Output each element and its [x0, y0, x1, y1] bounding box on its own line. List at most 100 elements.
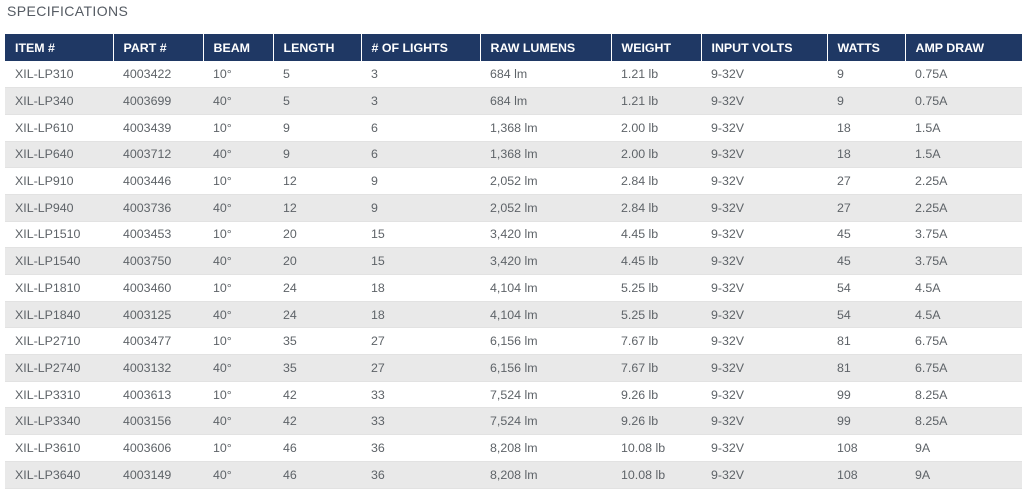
lumens-cell: 4,104 lm: [490, 280, 538, 295]
beam-cell: 10°: [213, 227, 232, 242]
table-row: XIL-LP1810 4003460 10° 24 18 4,104 lm 5.25 lb 9…: [5, 275, 1022, 302]
length-cell: 12: [283, 174, 297, 189]
lumens-cell: 8,208 lm: [490, 467, 538, 482]
length-cell: 12: [283, 200, 297, 215]
weight-cell: 2.00 lb: [621, 147, 659, 162]
lights-cell: 9: [371, 200, 378, 215]
lights-cell: 36: [371, 440, 385, 455]
column-header: RAW LUMENS: [480, 34, 612, 61]
volts-cell: 9-32V: [711, 254, 745, 269]
part-cell: 4003149: [123, 467, 172, 482]
volts-cell: 9-32V: [711, 440, 745, 455]
volts-cell: 9-32V: [711, 227, 745, 242]
lumens-cell: 7,524 lm: [490, 387, 538, 402]
column-header: WATTS: [827, 34, 906, 61]
lumens-cell: 6,156 lm: [490, 334, 538, 349]
amp-cell: 8.25A: [915, 387, 948, 402]
header-row: ITEM # PART # BEAM LENGTH # OF LIGHTS RAW LUM…: [5, 34, 1022, 61]
watts-cell: 45: [837, 227, 851, 242]
lights-cell: 3: [371, 94, 378, 109]
amp-cell: 3.75A: [915, 227, 948, 242]
beam-cell: 10°: [213, 334, 232, 349]
specifications-table: ITEM # PART # BEAM LENGTH # OF LIGHTS RAW LUM…: [5, 34, 1022, 489]
part-cell: 4003750: [123, 254, 172, 269]
amp-cell: 6.75A: [915, 334, 948, 349]
beam-cell: 10°: [213, 67, 232, 82]
watts-cell: 27: [837, 174, 851, 189]
amp-cell: 4.5A: [915, 307, 941, 322]
beam-cell: 40°: [213, 147, 232, 162]
lights-cell: 36: [371, 467, 385, 482]
lumens-cell: 684 lm: [490, 67, 528, 82]
item-cell: XIL-LP340: [15, 94, 74, 109]
section-title: SPECIFICATIONS: [7, 3, 129, 19]
column-header: # OF LIGHTS: [361, 34, 481, 61]
part-cell: 4003712: [123, 147, 172, 162]
table-row: XIL-LP3640 4003149 40° 46 36 8,208 lm 10.08 lb…: [5, 461, 1022, 488]
column-header: BEAM: [203, 34, 274, 61]
lights-cell: 15: [371, 254, 385, 269]
amp-cell: 3.75A: [915, 254, 948, 269]
item-cell: XIL-LP3610: [15, 440, 81, 455]
item-cell: XIL-LP2740: [15, 360, 81, 375]
watts-cell: 108: [837, 440, 858, 455]
lights-cell: 27: [371, 334, 385, 349]
part-cell: 4003736: [123, 200, 172, 215]
beam-cell: 10°: [213, 280, 232, 295]
beam-cell: 10°: [213, 440, 232, 455]
weight-cell: 4.45 lb: [621, 254, 659, 269]
lights-cell: 18: [371, 307, 385, 322]
table-header: ITEM # PART # BEAM LENGTH # OF LIGHTS RAW LUM…: [5, 34, 1022, 61]
weight-cell: 10.08 lb: [621, 440, 666, 455]
table-body: XIL-LP310 4003422 10° 5 3 684 lm 1.21 lb 9-32V 9…: [5, 61, 1022, 488]
watts-cell: 81: [837, 334, 851, 349]
column-header: ITEM #: [5, 34, 114, 61]
item-cell: XIL-LP3640: [15, 467, 81, 482]
part-cell: 4003156: [123, 414, 172, 429]
length-cell: 35: [283, 334, 297, 349]
volts-cell: 9-32V: [711, 174, 745, 189]
beam-cell: 10°: [213, 387, 232, 402]
watts-cell: 45: [837, 254, 851, 269]
item-cell: XIL-LP2710: [15, 334, 81, 349]
beam-cell: 10°: [213, 174, 232, 189]
watts-cell: 108: [837, 467, 858, 482]
part-cell: 4003132: [123, 360, 172, 375]
weight-cell: 4.45 lb: [621, 227, 659, 242]
lumens-cell: 2,052 lm: [490, 174, 538, 189]
column-header: LENGTH: [273, 34, 362, 61]
length-cell: 35: [283, 360, 297, 375]
lumens-cell: 3,420 lm: [490, 254, 538, 269]
part-cell: 4003699: [123, 94, 172, 109]
specifications-section: SPECIFICATIONS ITEM # PART # BEAM LENGTH # O…: [0, 0, 1024, 489]
beam-cell: 40°: [213, 360, 232, 375]
column-header: PART #: [113, 34, 204, 61]
watts-cell: 9: [837, 67, 844, 82]
beam-cell: 40°: [213, 307, 232, 322]
item-cell: XIL-LP610: [15, 120, 74, 135]
lumens-cell: 6,156 lm: [490, 360, 538, 375]
volts-cell: 9-32V: [711, 147, 745, 162]
part-cell: 4003422: [123, 67, 172, 82]
beam-cell: 40°: [213, 467, 232, 482]
part-cell: 4003613: [123, 387, 172, 402]
lumens-cell: 4,104 lm: [490, 307, 538, 322]
table-row: XIL-LP3610 4003606 10° 46 36 8,208 lm 10.08 lb…: [5, 435, 1022, 462]
table-row: XIL-LP1840 4003125 40° 24 18 4,104 lm 5.25 lb 9…: [5, 301, 1022, 328]
beam-cell: 40°: [213, 200, 232, 215]
watts-cell: 81: [837, 360, 851, 375]
item-cell: XIL-LP1840: [15, 307, 81, 322]
volts-cell: 9-32V: [711, 467, 745, 482]
weight-cell: 10.08 lb: [621, 467, 666, 482]
part-cell: 4003439: [123, 120, 172, 135]
table-row: XIL-LP3340 4003156 40° 42 33 7,524 lm 9.26 lb 9…: [5, 407, 1022, 435]
lights-cell: 9: [371, 174, 378, 189]
volts-cell: 9-32V: [711, 414, 745, 429]
item-cell: XIL-LP1510: [15, 227, 81, 242]
lights-cell: 33: [371, 387, 385, 402]
lumens-cell: 2,052 lm: [490, 200, 538, 215]
item-cell: XIL-LP310: [15, 67, 74, 82]
table-row: XIL-LP2710 4003477 10° 35 27 6,156 lm 7.67 lb 9…: [5, 328, 1022, 355]
length-cell: 9: [283, 147, 290, 162]
watts-cell: 27: [837, 200, 851, 215]
